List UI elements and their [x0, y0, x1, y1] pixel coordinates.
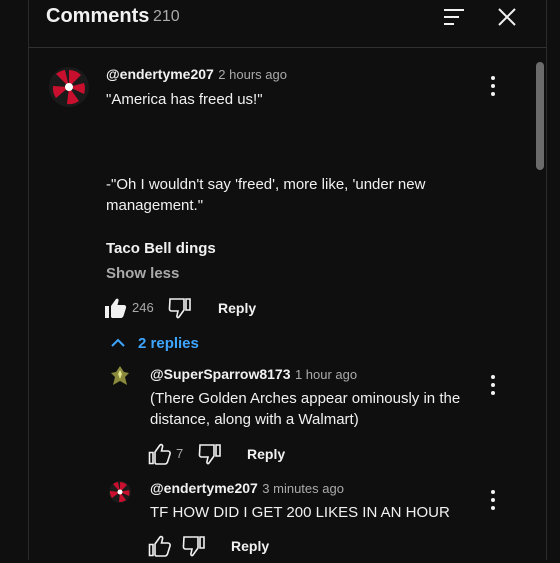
comment-username[interactable]: @endertyme207 — [106, 66, 214, 82]
reply-username[interactable]: @SuperSparrow8173 — [150, 366, 291, 382]
panel-left-border — [28, 0, 29, 560]
reply-button[interactable]: Reply — [231, 538, 269, 554]
close-icon[interactable] — [496, 6, 518, 28]
more-options-icon[interactable] — [490, 375, 496, 395]
reply-text-line: (There Golden Arches appear ominously in… — [150, 390, 461, 407]
replies-count-label: 2 replies — [138, 334, 199, 352]
sort-icon[interactable] — [444, 8, 466, 26]
dislike-icon[interactable] — [198, 444, 222, 466]
comment-text-line: "America has freed us!" — [106, 91, 263, 108]
avatar[interactable] — [48, 66, 90, 108]
comment-text-line: management." — [106, 197, 204, 214]
like-count: 7 — [176, 446, 184, 461]
like-icon[interactable] — [104, 297, 128, 319]
more-options-icon[interactable] — [490, 76, 496, 96]
like-icon[interactable] — [148, 535, 172, 557]
header-divider — [28, 47, 547, 48]
reply-text-line: TF HOW DID I GET 200 LIKES IN AN HOUR — [150, 504, 450, 521]
chevron-up-icon — [110, 334, 126, 352]
like-icon[interactable] — [148, 443, 172, 465]
reply-username[interactable]: @endertyme207 — [150, 480, 258, 496]
reply-button[interactable]: Reply — [218, 300, 256, 316]
reply-button[interactable]: Reply — [247, 446, 285, 462]
like-count: 246 — [132, 300, 154, 315]
comment-text-line: -"Oh I wouldn't say 'freed', more like, … — [106, 176, 426, 193]
panel-title: Comments — [46, 5, 150, 27]
show-less-button[interactable]: Show less — [106, 265, 179, 282]
reply-text-line: distance, along with a Walmart) — [150, 411, 359, 428]
reply-timestamp[interactable]: 1 hour ago — [295, 367, 357, 382]
avatar[interactable] — [108, 364, 132, 388]
dislike-icon[interactable] — [168, 298, 192, 320]
replies-toggle[interactable]: 2 replies — [110, 334, 199, 352]
more-options-icon[interactable] — [490, 490, 496, 510]
panel-right-border — [546, 0, 547, 560]
comment-timestamp[interactable]: 2 hours ago — [218, 67, 287, 82]
comment-count: 210 — [153, 8, 180, 25]
dislike-icon[interactable] — [182, 536, 206, 558]
reply-timestamp[interactable]: 3 minutes ago — [262, 481, 344, 496]
avatar[interactable] — [108, 480, 132, 504]
comment-text-line: Taco Bell dings — [106, 240, 216, 257]
scrollbar-thumb[interactable] — [536, 62, 544, 170]
